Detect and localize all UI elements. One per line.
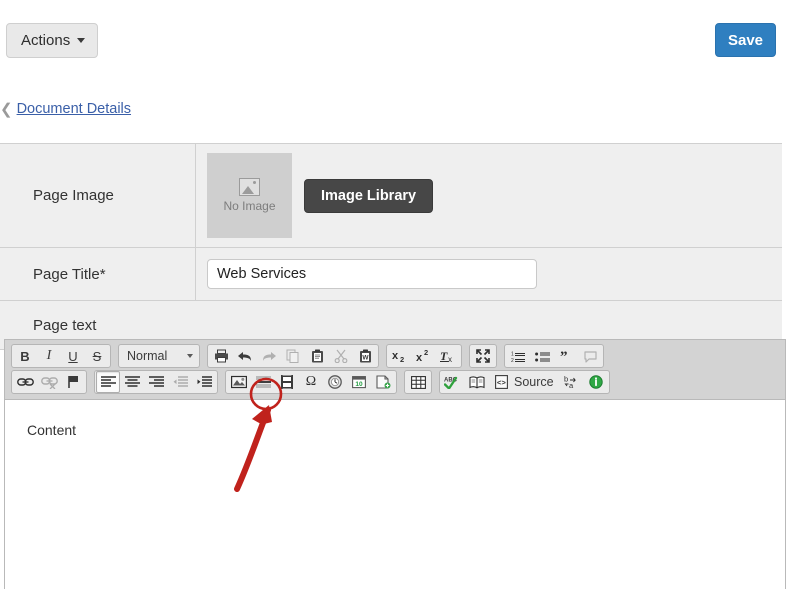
strikethrough-icon[interactable]: S [85,345,109,367]
svg-text:x: x [416,352,423,363]
page-title-control [196,248,782,300]
chevron-down-icon [77,38,86,43]
table-icon[interactable] [406,371,430,393]
horizontal-rule-icon[interactable] [251,371,275,393]
image-library-button-label: Image Library [321,187,417,204]
save-button-label: Save [727,31,764,49]
superscript-icon[interactable]: x2 [412,345,436,367]
outdent-icon[interactable] [168,371,192,393]
toolbar-group-maximize [469,344,497,368]
breadcrumb: ❮ Document Details [0,101,131,117]
svg-text:2: 2 [511,358,514,363]
copy-icon[interactable] [281,345,305,367]
cut-icon[interactable] [329,345,353,367]
align-right-icon[interactable] [144,371,168,393]
toolbar-group-sub-super: x2 x2 Tx [386,344,462,368]
date-icon[interactable]: 10 [347,371,371,393]
rich-text-editor: B I U S Normal W x 2 x 2 T x 1 2 ” Ω 10 … [4,339,786,589]
source-button-label: Source [514,374,554,389]
label-page-image: Page Image [0,144,196,247]
format-select-value: Normal [127,349,168,363]
svg-text:2: 2 [400,355,404,363]
page-image-preview: No Image [207,153,292,238]
undo-icon[interactable] [233,345,257,367]
info-icon[interactable] [584,371,608,393]
label-page-title: Page Title* [0,248,196,300]
bold-icon[interactable]: B [13,345,37,367]
underline-icon[interactable]: U [61,345,85,367]
svg-text:x: x [392,350,399,362]
page-root: Actions Save ❮ Document Details Page Ima… [0,0,791,589]
svg-text:W: W [362,355,369,362]
toolbar-row-2: Ω 10 ABC <> Source b a [7,369,783,395]
editor-toolbar: B I U S Normal W x 2 x 2 T x 1 2 ” Ω 10 … [5,340,785,400]
anchor-icon[interactable] [61,371,85,393]
toolbar-group-alignment [94,370,218,394]
toolbar-group-tools: ABC <> Source ba [439,370,610,394]
toolbar-group-table [404,370,432,394]
bulleted-list-icon[interactable] [530,345,554,367]
toolbar-group-clipboard: W [207,344,379,368]
align-left-icon[interactable] [96,371,120,393]
svg-text:10: 10 [355,381,363,388]
time-icon[interactable] [323,371,347,393]
text-direction-icon[interactable]: ba [560,371,584,393]
toolbar-group-paragraph-format: Normal [118,344,200,368]
paste-icon[interactable] [305,345,329,367]
media-icon[interactable] [275,371,299,393]
save-button[interactable]: Save [715,23,776,57]
svg-text:b: b [564,375,568,384]
actions-button[interactable]: Actions [6,23,99,58]
align-center-icon[interactable] [120,371,144,393]
omega-glyph: Ω [305,374,317,389]
svg-text:a: a [569,381,574,389]
spellcheck-icon[interactable]: ABC [441,371,465,393]
print-icon[interactable] [209,345,233,367]
format-select[interactable]: Normal [120,345,198,367]
chevron-left-icon: ❮ [0,100,13,118]
form-row-page-image: Page Image No Image Image Library [0,144,782,248]
redo-icon[interactable] [257,345,281,367]
remove-format-icon[interactable]: Tx [436,345,460,367]
form-row-page-title: Page Title* [0,248,782,301]
toolbar-group-lists: 12 ” [504,344,604,368]
svg-text:”: ” [560,350,568,363]
blockquote-icon[interactable]: ” [554,345,578,367]
italic-icon[interactable]: I [37,345,61,367]
svg-text:T: T [440,349,448,363]
toolbar-group-links [11,370,87,394]
actions-button-label: Actions [21,32,71,49]
svg-text:x: x [448,355,452,363]
paste-from-word-icon[interactable]: W [353,345,377,367]
chevron-down-icon [187,354,193,358]
comment-icon[interactable] [578,345,602,367]
editor-content-text: Content [27,422,77,438]
source-icon[interactable]: <> Source [489,371,560,393]
link-icon[interactable] [13,371,37,393]
broken-image-icon [239,178,260,196]
editor-content-area[interactable]: Content [5,400,785,572]
page-break-icon[interactable] [371,371,395,393]
breadcrumb-link-document-details[interactable]: Document Details [17,101,131,117]
toolbar-group-insert: Ω 10 [225,370,397,394]
numbered-list-icon[interactable]: 12 [506,345,530,367]
toolbar-row-1: B I U S Normal W x 2 x 2 T x 1 2 ” [7,343,783,369]
image-library-button[interactable]: Image Library [304,178,434,213]
svg-text:2: 2 [424,349,428,357]
special-character-icon[interactable]: Ω [299,371,323,393]
subscript-icon[interactable]: x2 [388,345,412,367]
unlink-icon[interactable] [37,371,61,393]
svg-text:1: 1 [511,351,514,357]
document-form-table: Page Image No Image Image Library Page T… [0,143,782,350]
indent-icon[interactable] [192,371,216,393]
maximize-icon[interactable] [471,345,495,367]
page-title-input[interactable] [207,259,537,289]
svg-text:<>: <> [497,380,507,388]
no-image-label: No Image [223,199,276,213]
dictionary-icon[interactable] [465,371,489,393]
page-image-controls: No Image Image Library [196,144,782,247]
toolbar-group-basic-styles: B I U S [11,344,111,368]
image-icon[interactable] [227,371,251,393]
